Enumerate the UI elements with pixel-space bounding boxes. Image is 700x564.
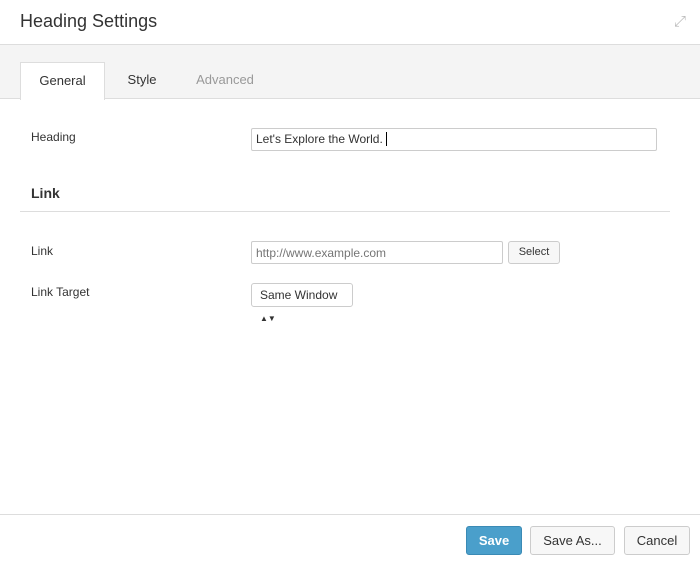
tab-style[interactable]: Style <box>118 62 166 100</box>
tab-advanced[interactable]: Advanced <box>188 62 262 100</box>
link-label: Link <box>31 244 54 258</box>
select-arrows-icon: ▲▼ <box>260 314 276 323</box>
heading-input[interactable]: Let's Explore the World. <box>251 128 657 151</box>
cancel-button[interactable]: Cancel <box>624 526 690 555</box>
section-title-link: Link <box>31 185 60 201</box>
tab-bar: General Style Advanced <box>0 45 700 100</box>
save-as-button[interactable]: Save As... <box>530 526 615 555</box>
dialog-title: Heading Settings <box>20 11 158 31</box>
save-button[interactable]: Save <box>466 526 522 555</box>
link-target-select[interactable]: Same Window ▲▼ <box>251 283 353 323</box>
expand-icon[interactable]: ⤢ <box>674 13 686 30</box>
link-target-label: Link Target <box>31 285 90 299</box>
select-link-button[interactable]: Select <box>508 241 560 264</box>
link-input[interactable] <box>251 241 503 264</box>
link-target-value: Same Window <box>260 288 338 302</box>
heading-label: Heading <box>31 130 76 144</box>
footer-divider <box>0 514 700 515</box>
tab-general[interactable]: General <box>20 62 105 100</box>
heading-value: Let's Explore the World. <box>256 132 383 146</box>
text-cursor <box>385 132 391 146</box>
section-divider <box>20 211 670 212</box>
dialog-header: Heading Settings ⤢ <box>0 0 700 45</box>
